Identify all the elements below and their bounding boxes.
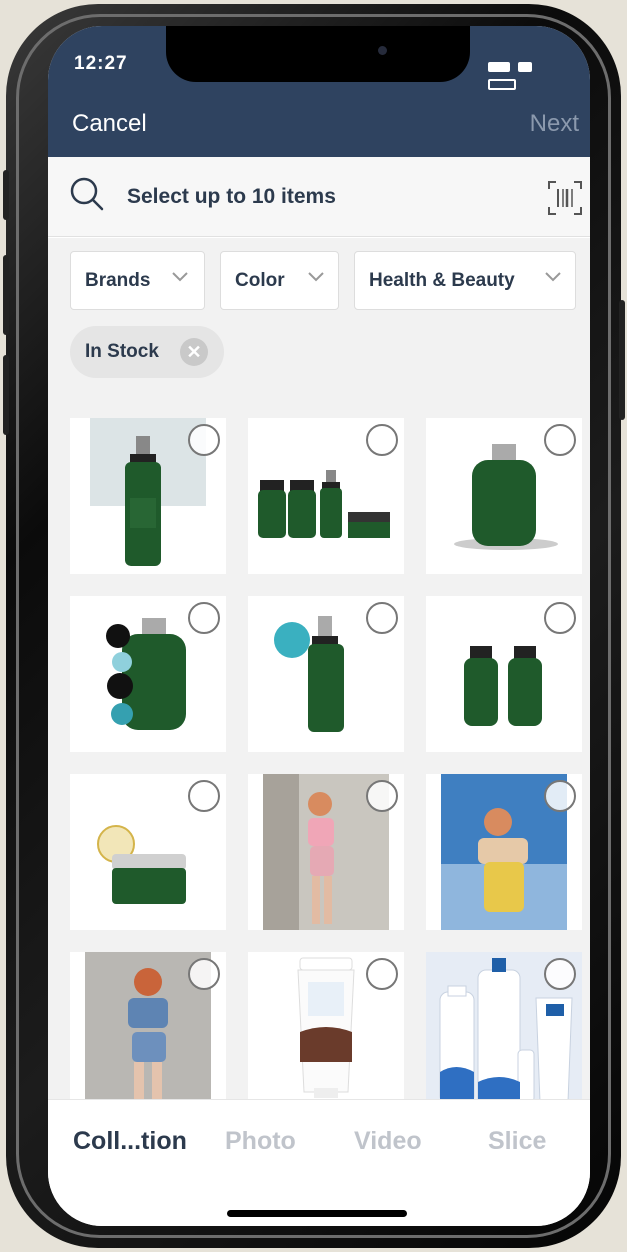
- grid-item[interactable]: [426, 774, 582, 930]
- filter-label: Brands: [85, 270, 151, 291]
- grid-item[interactable]: [426, 596, 582, 752]
- filter-category-dropdown[interactable]: Health & Beauty: [354, 251, 576, 310]
- tab-video[interactable]: Video: [354, 1127, 422, 1156]
- filter-brands-dropdown[interactable]: Brands: [70, 251, 205, 310]
- select-checkbox[interactable]: [544, 958, 576, 990]
- filter-color-dropdown[interactable]: Color: [220, 251, 339, 310]
- search-input[interactable]: Select up to 10 items: [127, 185, 336, 209]
- grid-item[interactable]: [70, 774, 226, 930]
- status-time: 12:27: [74, 53, 128, 74]
- bottom-tab-bar: Coll...tion Photo Video Slice: [48, 1099, 590, 1226]
- status-icons: [488, 59, 568, 90]
- select-checkbox[interactable]: [188, 602, 220, 634]
- grid-item[interactable]: [248, 418, 404, 574]
- top-navigation-bar: 12:27 Cancel Next: [48, 26, 590, 157]
- grid-item[interactable]: [70, 952, 226, 1108]
- clear-icon[interactable]: ✕: [180, 338, 208, 366]
- select-checkbox[interactable]: [366, 958, 398, 990]
- grid-item[interactable]: [248, 952, 404, 1108]
- grid-item[interactable]: [70, 418, 226, 574]
- active-filter-label: In Stock: [85, 341, 159, 362]
- camera-icon: [378, 46, 387, 55]
- tab-slice[interactable]: Slice: [488, 1127, 546, 1156]
- select-checkbox[interactable]: [366, 780, 398, 812]
- active-filter-chip[interactable]: In Stock ✕: [70, 326, 224, 378]
- volume-down-button: [3, 355, 9, 435]
- select-checkbox[interactable]: [544, 602, 576, 634]
- select-checkbox[interactable]: [188, 958, 220, 990]
- grid-item[interactable]: [426, 952, 582, 1108]
- wifi-icon: [518, 62, 533, 72]
- filter-area: Brands Color Health & Beauty: [48, 238, 590, 408]
- filter-label: Color: [235, 270, 285, 291]
- battery-icon: [488, 79, 516, 90]
- tab-collection[interactable]: Coll...tion: [73, 1127, 187, 1156]
- grid-item[interactable]: [248, 774, 404, 930]
- signal-icon: [488, 62, 510, 72]
- select-checkbox[interactable]: [366, 424, 398, 456]
- select-checkbox[interactable]: [366, 602, 398, 634]
- search-icon: [70, 177, 104, 211]
- notch: [166, 26, 470, 82]
- barcode-scan-icon[interactable]: [547, 180, 583, 216]
- chevron-down-icon: [545, 272, 561, 282]
- chevron-down-icon: [172, 272, 188, 282]
- filter-label: Health & Beauty: [369, 270, 515, 291]
- app-screen: 12:27 Cancel Next Select up to 10 items: [48, 26, 590, 1226]
- select-checkbox[interactable]: [544, 424, 576, 456]
- select-checkbox[interactable]: [544, 780, 576, 812]
- select-checkbox[interactable]: [188, 424, 220, 456]
- search-bar[interactable]: Select up to 10 items: [48, 157, 590, 237]
- media-grid: [48, 408, 590, 1108]
- mute-switch: [3, 170, 9, 220]
- cancel-button[interactable]: Cancel: [72, 110, 147, 138]
- grid-item[interactable]: [248, 596, 404, 752]
- home-indicator[interactable]: [227, 1210, 407, 1217]
- tab-photo[interactable]: Photo: [225, 1127, 296, 1156]
- volume-up-button: [3, 255, 9, 335]
- next-button[interactable]: Next: [530, 110, 579, 138]
- chevron-down-icon: [308, 272, 324, 282]
- grid-item[interactable]: [70, 596, 226, 752]
- grid-item[interactable]: [426, 418, 582, 574]
- power-button: [619, 300, 625, 420]
- select-checkbox[interactable]: [188, 780, 220, 812]
